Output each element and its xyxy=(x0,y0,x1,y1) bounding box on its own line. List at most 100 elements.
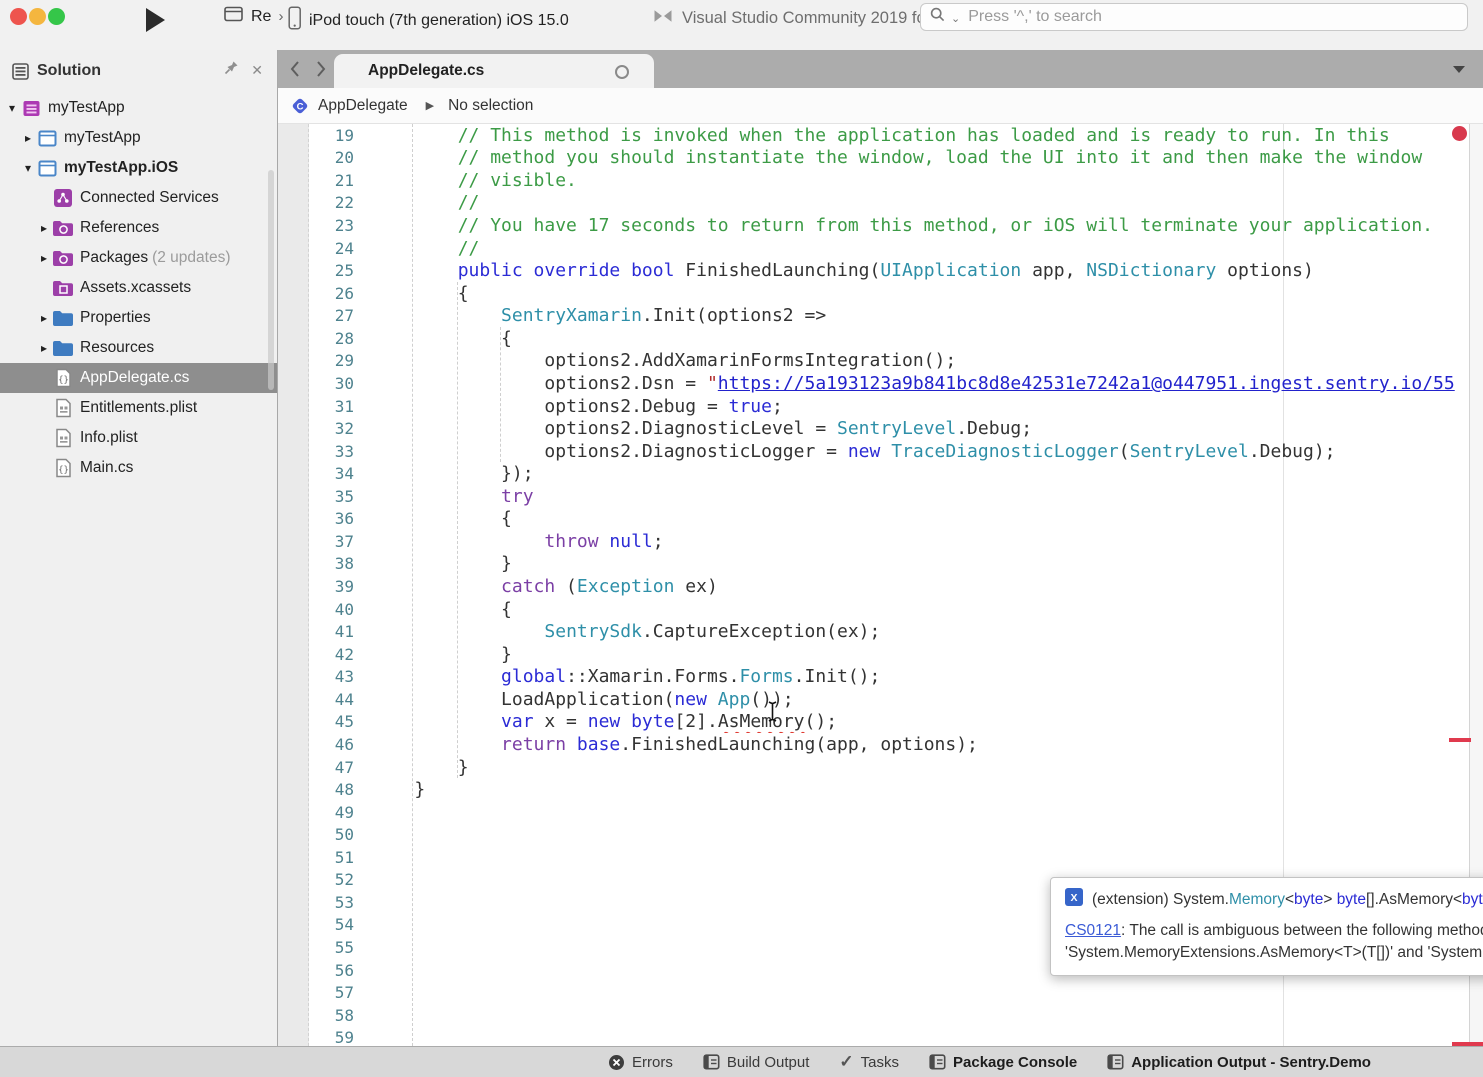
code-line-24[interactable]: 24// xyxy=(278,237,1468,260)
code-editor[interactable]: 19// This method is invoked when the app… xyxy=(278,124,1483,1046)
run-button[interactable] xyxy=(146,8,165,32)
sidebar-item-properties[interactable]: ▸Properties xyxy=(0,303,277,333)
statusbar-item-build-output[interactable]: Build Output xyxy=(703,1054,810,1071)
disclosure-right-icon[interactable]: ▸ xyxy=(20,131,36,145)
code-line-49[interactable]: 49 xyxy=(278,801,1468,824)
sidebar-item-label: myTestApp.iOS xyxy=(64,159,178,177)
code-token-type: SentryLevel xyxy=(1130,441,1249,462)
code-token-kw: null xyxy=(609,531,652,552)
code-line-30[interactable]: 30options2.Dsn = "https://5a193123a9b841… xyxy=(278,372,1468,395)
tab-appdelegate[interactable]: AppDelegate.cs xyxy=(334,54,654,88)
code-line-42[interactable]: 42} xyxy=(278,643,1468,666)
disclosure-right-icon[interactable]: ▸ xyxy=(36,251,52,265)
titlebar: Re › iPod touch (7th generation) iOS 15.… xyxy=(0,0,1483,51)
sidebar-item-references[interactable]: ▸References xyxy=(0,213,277,243)
sidebar-item-assets-xcassets[interactable]: Assets.xcassets xyxy=(0,273,277,303)
sidebar-item-info-plist[interactable]: Info.plist xyxy=(0,423,277,453)
code-token-kw2: throw xyxy=(544,531,598,552)
breadcrumb-selection[interactable]: No selection xyxy=(448,97,533,115)
sidebar-item-mytestapp[interactable]: ▸myTestApp xyxy=(0,123,277,153)
code-line-37[interactable]: 37throw null; xyxy=(278,530,1468,553)
code-line-45[interactable]: 45var x = new byte[2].AsMemory(); xyxy=(278,711,1468,734)
code-line-34[interactable]: 34}); xyxy=(278,462,1468,485)
sidebar-item-connected-services[interactable]: Connected Services xyxy=(0,183,277,213)
code-line-59[interactable]: 59 xyxy=(278,1027,1468,1047)
disclosure-down-icon[interactable]: ▾ xyxy=(4,101,20,115)
tooltip-token: byte xyxy=(1337,891,1366,908)
code-token-kw: var xyxy=(501,711,534,732)
code-line-47[interactable]: 47} xyxy=(278,756,1468,779)
statusbar-item-errors[interactable]: Errors xyxy=(608,1054,673,1071)
disclosure-down-icon[interactable]: ▾ xyxy=(20,161,36,175)
code-token-plain xyxy=(566,734,577,755)
code-line-51[interactable]: 51 xyxy=(278,846,1468,869)
sidebar-item-mytestapp[interactable]: ▾myTestApp xyxy=(0,93,277,123)
code-line-21[interactable]: 21// visible. xyxy=(278,169,1468,192)
code-text: { xyxy=(371,599,512,620)
statusbar-item-tasks[interactable]: ✓Tasks xyxy=(839,1052,899,1072)
code-line-46[interactable]: 46return base.FinishedLaunching(app, opt… xyxy=(278,733,1468,756)
code-token-link[interactable]: https://5a193123a9b841bc8d8e42531e7242a1… xyxy=(718,373,1455,394)
code-token-plain: FinishedLaunching( xyxy=(674,260,880,281)
minimize-window-button[interactable] xyxy=(29,8,46,25)
code-line-57[interactable]: 57 xyxy=(278,981,1468,1004)
code-text: return base.FinishedLaunching(app, optio… xyxy=(371,734,978,755)
line-number: 29 xyxy=(278,351,354,370)
code-line-32[interactable]: 32options2.DiagnosticLevel = SentryLevel… xyxy=(278,417,1468,440)
navigate-back-button[interactable] xyxy=(286,58,304,80)
scrollbar-error-marker-icon[interactable] xyxy=(1452,126,1467,141)
code-line-29[interactable]: 29options2.AddXamarinFormsIntegration(); xyxy=(278,350,1468,373)
sidebar-scrollbar[interactable] xyxy=(268,170,274,390)
navigate-forward-button[interactable] xyxy=(312,58,330,80)
close-pad-icon[interactable]: ✕ xyxy=(251,62,263,79)
code-line-40[interactable]: 40{ xyxy=(278,598,1468,621)
code-line-33[interactable]: 33options2.DiagnosticLogger = new TraceD… xyxy=(278,440,1468,463)
breadcrumb-type[interactable]: AppDelegate xyxy=(318,97,408,115)
sidebar-item-appdelegate-cs[interactable]: {}AppDelegate.cs xyxy=(0,363,277,393)
code-line-58[interactable]: 58 xyxy=(278,1004,1468,1027)
code-token-plain: } xyxy=(458,757,469,778)
sidebar-item-packages[interactable]: ▸Packages (2 updates) xyxy=(0,243,277,273)
sidebar-item-entitlements-plist[interactable]: Entitlements.plist xyxy=(0,393,277,423)
code-line-23[interactable]: 23// You have 17 seconds to return from … xyxy=(278,214,1468,237)
pin-pad-icon[interactable] xyxy=(224,60,239,80)
code-line-38[interactable]: 38} xyxy=(278,553,1468,576)
code-line-35[interactable]: 35try xyxy=(278,485,1468,508)
error-code-link[interactable]: CS0121 xyxy=(1065,922,1121,939)
device-selector[interactable]: iPod touch (7th generation) iOS 15.0 xyxy=(288,6,569,35)
sidebar-item-mytestapp-ios[interactable]: ▾ myTestApp.iOS xyxy=(0,153,277,183)
disclosure-right-icon[interactable]: ▸ xyxy=(36,221,52,235)
code-token-type: Forms xyxy=(739,666,793,687)
code-line-31[interactable]: 31options2.Debug = true; xyxy=(278,395,1468,418)
code-line-44[interactable]: 44LoadApplication(new App()); xyxy=(278,688,1468,711)
code-text: // xyxy=(371,192,479,213)
code-line-41[interactable]: 41SentrySdk.CaptureException(ex); xyxy=(278,620,1468,643)
statusbar-item-application-output-sentry-demo[interactable]: Application Output - Sentry.Demo xyxy=(1107,1054,1371,1071)
breadcrumb: C AppDelegate ▶ No selection xyxy=(278,88,1483,124)
statusbar-item-package-console[interactable]: Package Console xyxy=(929,1054,1077,1071)
code-line-39[interactable]: 39catch (Exception ex) xyxy=(278,575,1468,598)
code-line-27[interactable]: 27SentryXamarin.Init(options2 => xyxy=(278,305,1468,328)
file-cs-icon: {} xyxy=(52,368,74,388)
zoom-window-button[interactable] xyxy=(48,8,65,25)
code-line-48[interactable]: 48} xyxy=(278,778,1468,801)
sidebar-item-resources[interactable]: ▸Resources xyxy=(0,333,277,363)
code-line-28[interactable]: 28{ xyxy=(278,327,1468,350)
disclosure-right-icon[interactable]: ▸ xyxy=(36,311,52,325)
code-line-20[interactable]: 20// method you should instantiate the w… xyxy=(278,147,1468,170)
close-window-button[interactable] xyxy=(10,8,27,25)
code-line-36[interactable]: 36{ xyxy=(278,508,1468,531)
code-line-22[interactable]: 22// xyxy=(278,192,1468,215)
tab-overflow-menu-icon[interactable] xyxy=(1453,66,1465,73)
code-line-43[interactable]: 43global::Xamarin.Forms.Forms.Init(); xyxy=(278,666,1468,689)
sidebar-item-main-cs[interactable]: {}Main.cs xyxy=(0,453,277,483)
code-line-26[interactable]: 26{ xyxy=(278,282,1468,305)
code-text: } xyxy=(371,757,469,778)
code-line-19[interactable]: 19// This method is invoked when the app… xyxy=(278,124,1468,147)
search-input[interactable]: ⌄ Press '^,' to search xyxy=(920,3,1468,31)
code-token-kw: new xyxy=(674,689,707,710)
build-configuration-selector[interactable]: Re › xyxy=(224,6,283,27)
disclosure-right-icon[interactable]: ▸ xyxy=(36,341,52,355)
code-line-25[interactable]: 25public override bool FinishedLaunching… xyxy=(278,259,1468,282)
code-line-50[interactable]: 50 xyxy=(278,823,1468,846)
